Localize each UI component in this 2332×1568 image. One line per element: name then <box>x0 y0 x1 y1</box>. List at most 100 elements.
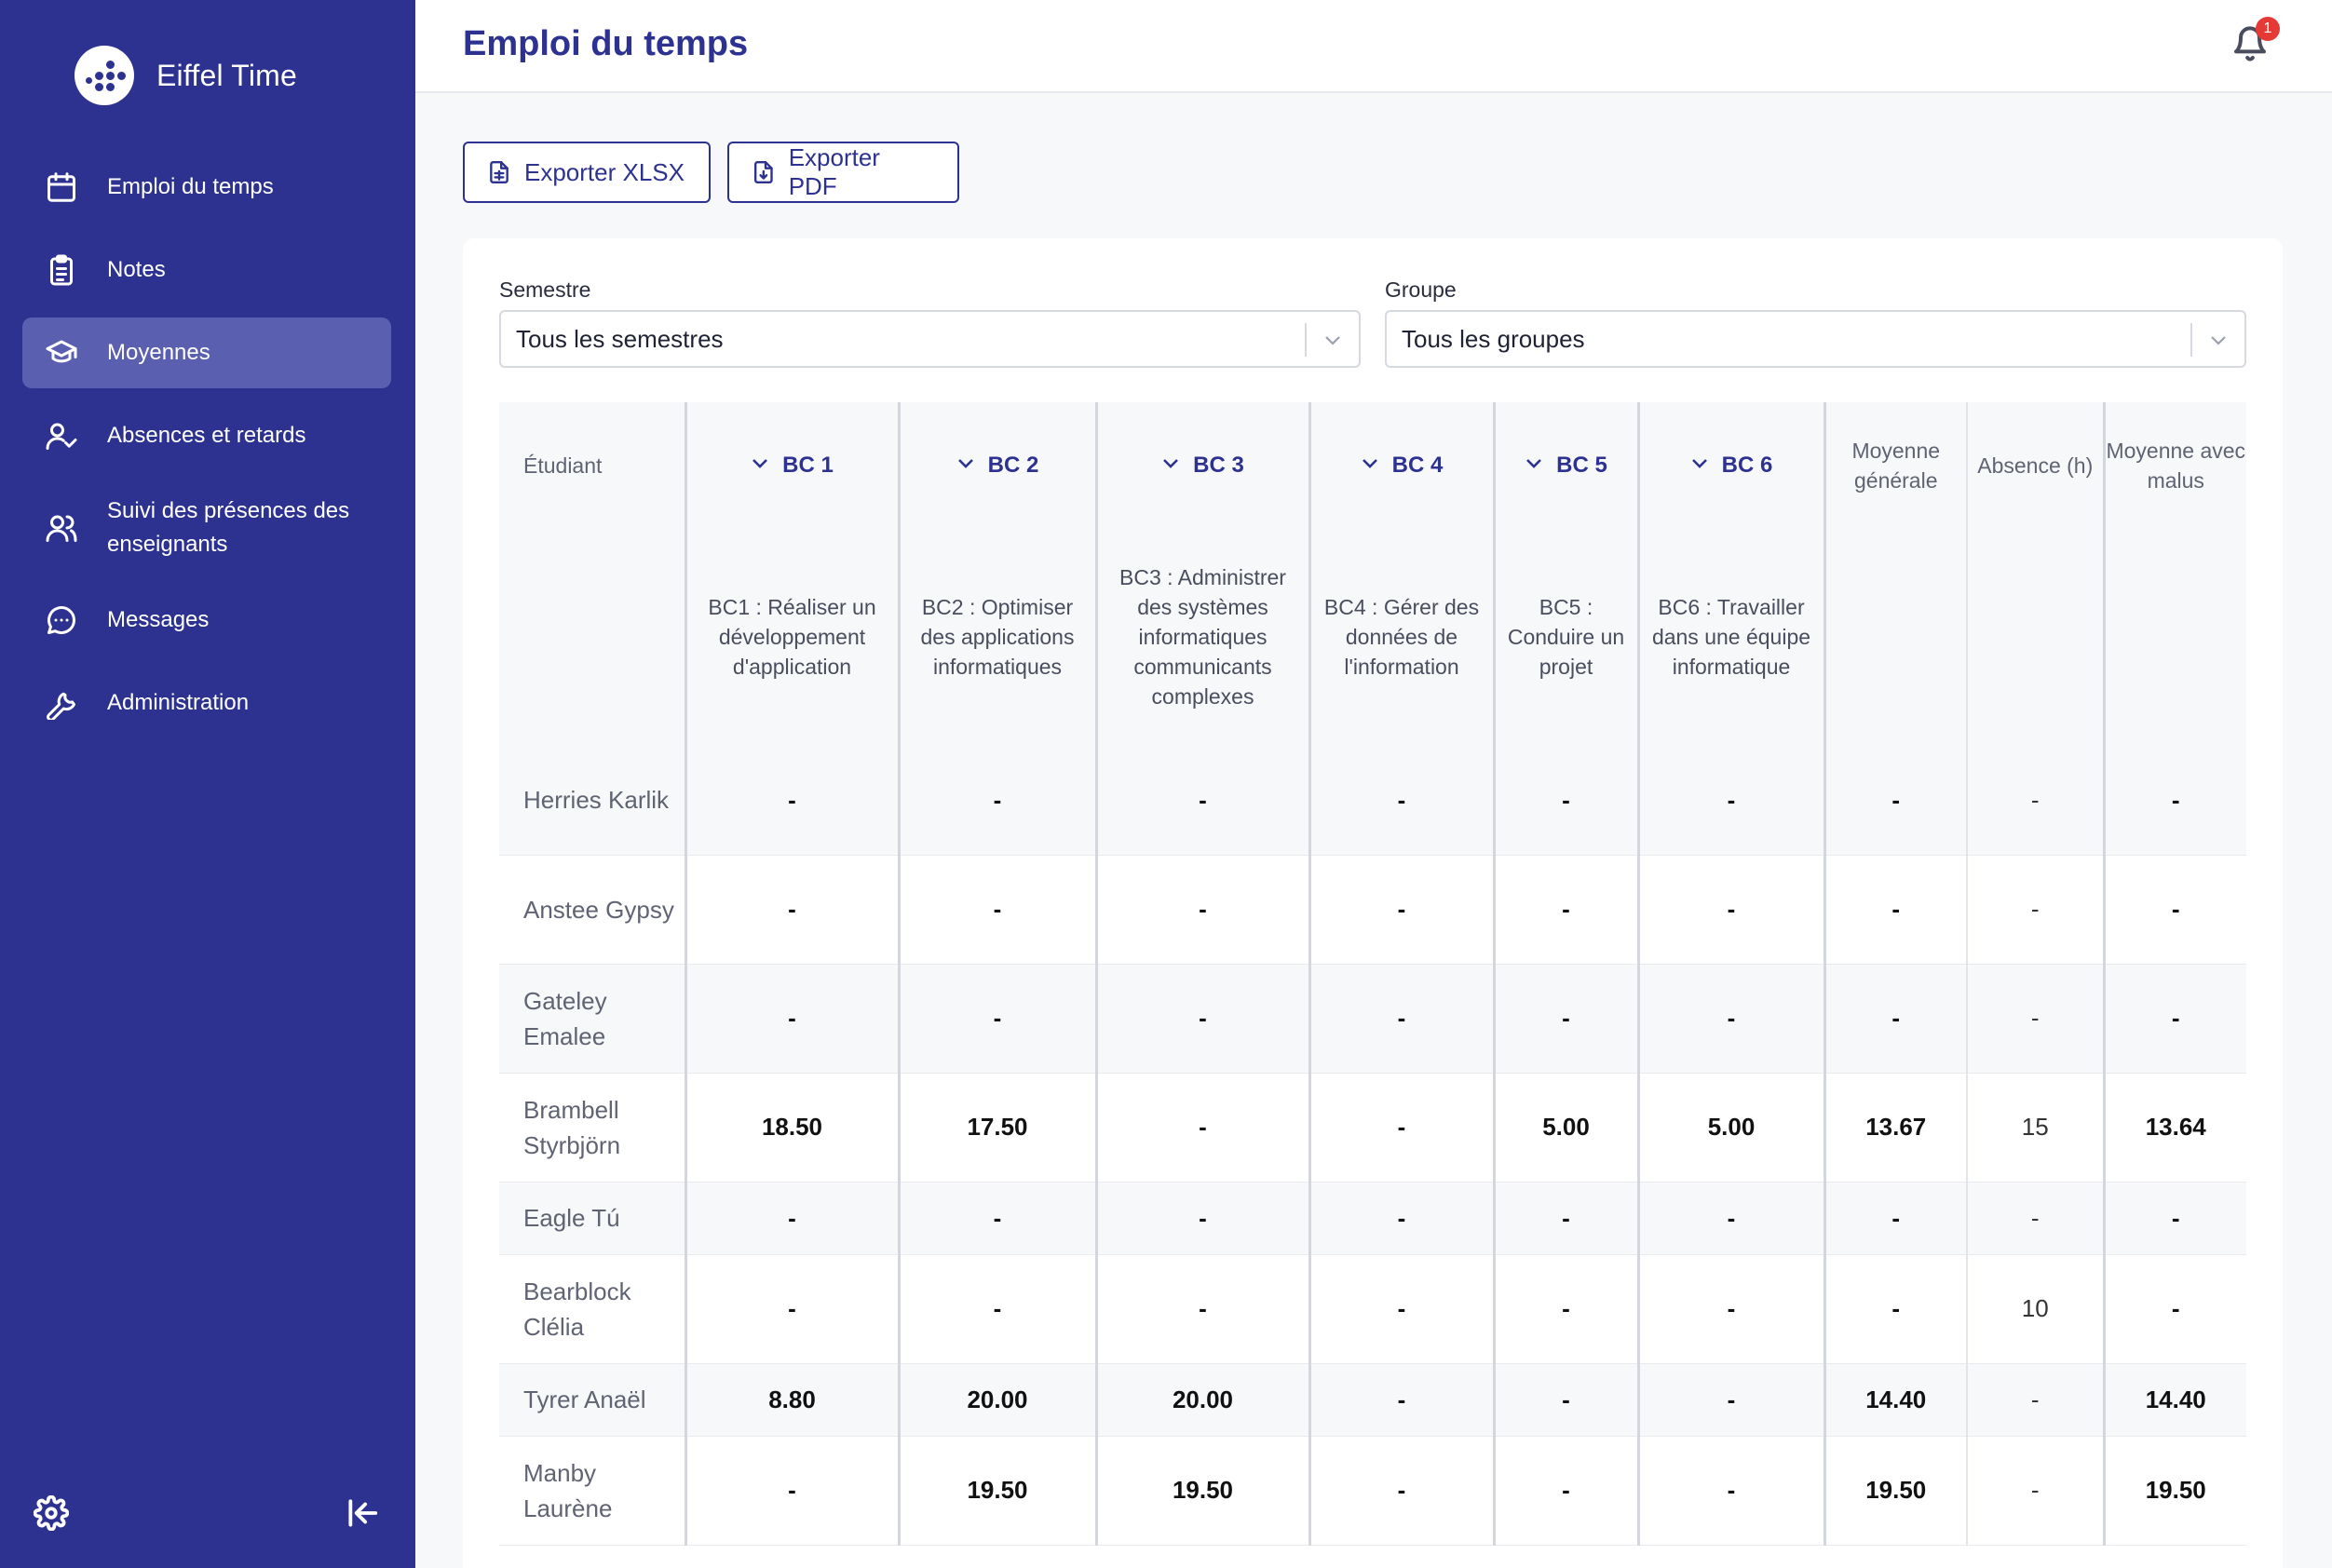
sidebar-item-notes[interactable]: Notes <box>22 235 391 305</box>
export-xlsx-button[interactable]: Exporter XLSX <box>463 142 711 203</box>
bc1-average: - <box>684 855 899 965</box>
sidebar-item-emploi-du-temps[interactable]: Emploi du temps <box>22 152 391 223</box>
sidebar-item-moyennes[interactable]: Moyennes <box>22 318 391 388</box>
notifications-button[interactable]: 1 <box>2231 17 2280 67</box>
bc5-average: - <box>1492 1363 1638 1437</box>
bc-description-row: BC1 : Réaliser un développement d'applic… <box>499 528 2246 746</box>
moyenne-malus-cell: 14.40 <box>2102 1363 2246 1437</box>
table-row: Brambell Styrbjörn 18.50 17.50- -5.00 5.00 13… <box>499 1073 2246 1183</box>
bc5-average: - <box>1492 1436 1638 1546</box>
table-header-row: Étudiant BC 1 BC 2 BC 3 BC 4 BC 5 BC 6 M… <box>499 402 2246 528</box>
export-xlsx-label: Exporter XLSX <box>524 157 685 186</box>
chevron-down-icon <box>1691 459 1707 468</box>
bc2-average: - <box>897 855 1096 965</box>
sidebar-item-label: Emploi du temps <box>107 174 274 199</box>
bc1-average: - <box>684 964 899 1074</box>
moyenne-malus-cell: - <box>2102 1254 2246 1364</box>
bc6-average: 5.00 <box>1636 1073 1824 1183</box>
group-select[interactable]: Tous les groupes <box>1385 310 2246 368</box>
bc1-column-header[interactable]: BC 1 <box>684 402 899 528</box>
calendar-icon <box>45 170 78 204</box>
export-pdf-button[interactable]: Exporter PDF <box>727 142 959 203</box>
table-row: Anstee Gypsy - - - - - - - - - <box>499 855 2246 965</box>
bc3-description: BC3 : Administrer des systèmes informati… <box>1094 528 1309 746</box>
bc4-average: - <box>1308 964 1494 1074</box>
collapse-left-icon[interactable] <box>345 1495 380 1531</box>
users-icon <box>45 511 78 545</box>
moyenne-malus-cell: - <box>2102 746 2246 856</box>
sidebar-item-administration[interactable]: Administration <box>22 668 391 738</box>
brand-name: Eiffel Time <box>156 58 297 92</box>
student-name: Tyrer Anaël <box>499 1363 685 1437</box>
gear-icon[interactable] <box>33 1494 70 1532</box>
absence-cell: - <box>1966 855 2104 965</box>
sidebar-item-label: Absences et retards <box>107 423 306 448</box>
moyenne-malus-cell: - <box>2102 1182 2246 1255</box>
spreadsheet-file-icon <box>490 160 508 184</box>
moyenne-generale-cell: - <box>1823 746 1967 856</box>
message-icon <box>45 603 78 637</box>
top-header: Emploi du temps 1 <box>415 0 2332 93</box>
wrench-icon <box>45 686 78 720</box>
sidebar-item-messages[interactable]: Messages <box>22 585 391 656</box>
group-filter-label: Groupe <box>1385 277 1457 302</box>
sidebar: Eiffel Time Emploi du temps Notes Moyenn… <box>0 0 415 1568</box>
sidebar-item-absences[interactable]: Absences et retards <box>22 400 391 471</box>
bc3-column-header[interactable]: BC 3 <box>1094 402 1309 528</box>
sidebar-item-suivi-presences[interactable]: Suivi des présences des enseignants <box>22 483 391 573</box>
moyenne-generale-cell: - <box>1823 855 1967 965</box>
averages-table: Étudiant BC 1 BC 2 BC 3 BC 4 BC 5 BC 6 M… <box>499 402 2246 1546</box>
table-row: Bearblock Clélia - - - - - - -10- <box>499 1254 2246 1364</box>
bc6-average: - <box>1636 1254 1824 1364</box>
brand[interactable]: Eiffel Time <box>75 45 297 106</box>
bc1-average: - <box>684 1436 899 1546</box>
chevron-down-icon <box>1526 459 1542 468</box>
clipboard-icon <box>45 253 78 287</box>
bc6-description: BC6 : Travailler dans une équipe informa… <box>1636 528 1824 746</box>
bc2-description: BC2 : Optimiser des applications informa… <box>897 528 1096 746</box>
bc6-column-header[interactable]: BC 6 <box>1636 402 1824 528</box>
student-name: Bearblock Clélia <box>499 1254 685 1364</box>
bc5-average: - <box>1492 964 1638 1074</box>
chevron-down-icon <box>1322 329 1344 351</box>
bc2-average: - <box>897 1182 1096 1255</box>
bc4-average: - <box>1308 1363 1494 1437</box>
sidebar-item-label: Administration <box>107 690 250 715</box>
select-divider <box>1305 323 1307 357</box>
table-row: Herries Karlik - - - - - - - - - <box>499 746 2246 856</box>
absence-cell: - <box>1966 964 2104 1074</box>
notification-badge: 1 <box>2256 17 2280 41</box>
user-check-icon <box>45 419 78 453</box>
moyenne-generale-cell: - <box>1823 1182 1967 1255</box>
bc3-average: - <box>1094 1073 1309 1183</box>
absence-cell: - <box>1966 1182 2104 1255</box>
bc4-average: - <box>1308 1254 1494 1364</box>
table-body: Herries Karlik - - - - - - - - - Anstee Gypsy - - - - -… <box>499 746 2246 1546</box>
bc4-average: - <box>1308 1436 1494 1546</box>
bc2-average: - <box>897 746 1096 856</box>
moyenne-malus-cell: 19.50 <box>2102 1436 2246 1546</box>
moyenne-malus-header: Moyenne avec malus <box>2102 402 2246 528</box>
bc5-column-header[interactable]: BC 5 <box>1492 402 1638 528</box>
sidebar-item-label: Notes <box>107 257 166 282</box>
absence-cell: 15 <box>1966 1073 2104 1183</box>
bc5-average: 5.00 <box>1492 1073 1638 1183</box>
bc2-column-header[interactable]: BC 2 <box>897 402 1096 528</box>
semester-select[interactable]: Tous les semestres <box>499 310 1361 368</box>
bc1-average: - <box>684 1254 899 1364</box>
bc4-average: - <box>1308 855 1494 965</box>
page-title: Emploi du temps <box>463 24 749 63</box>
bc4-column-header[interactable]: BC 4 <box>1308 402 1494 528</box>
bc3-average: 19.50 <box>1094 1436 1309 1546</box>
bc4-average: - <box>1308 746 1494 856</box>
bc2-average: 19.50 <box>897 1436 1096 1546</box>
bc1-average: - <box>684 746 899 856</box>
chevron-down-icon <box>752 459 768 468</box>
student-name: Gateley Emalee <box>499 964 685 1074</box>
bc4-description: BC4 : Gérer des données de l'information <box>1308 528 1494 746</box>
sidebar-nav: Emploi du temps Notes Moyennes Absences … <box>22 152 391 750</box>
bc5-average: - <box>1492 1182 1638 1255</box>
sidebar-item-label: Moyennes <box>107 340 210 365</box>
table-row: Eagle Tú - - - - - - - - - <box>499 1182 2246 1255</box>
semester-filter-label: Semestre <box>499 277 591 302</box>
